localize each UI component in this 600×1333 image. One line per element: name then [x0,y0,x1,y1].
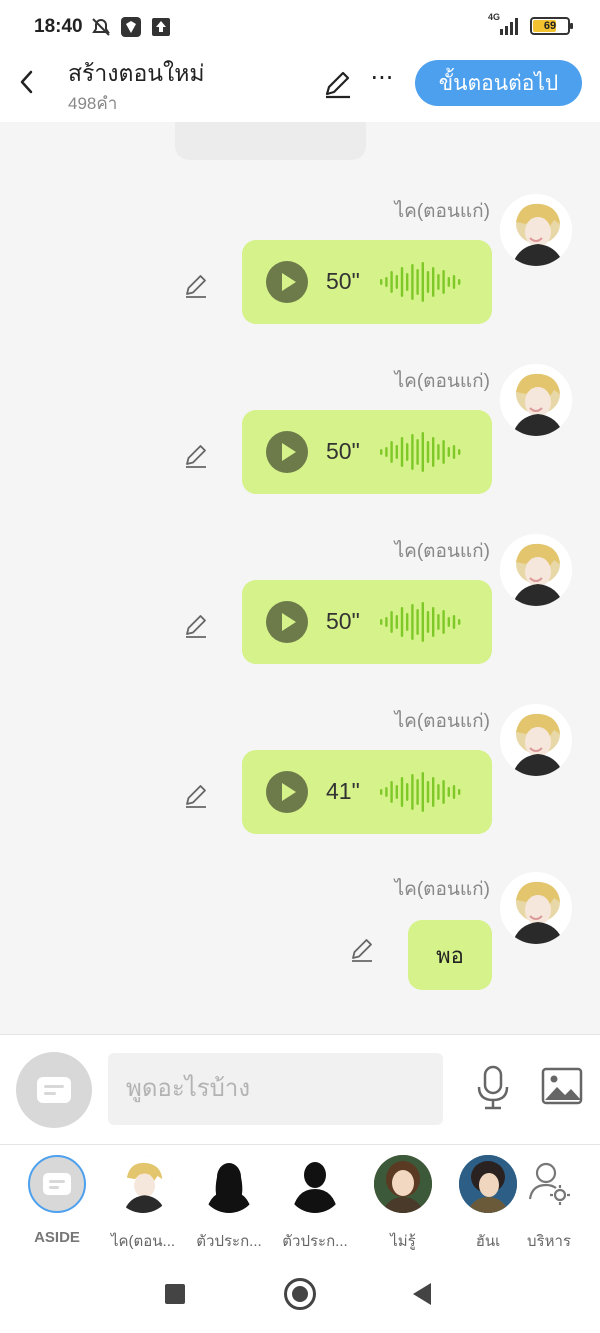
speaker-name: ไค(ตอนแก่) [394,541,490,562]
more-menu-button[interactable]: ··· [368,66,396,96]
character-avatar [114,1155,172,1213]
message-row: ไค(ตอนแก่) 50" [0,122,600,324]
battery-icon: 69 [530,17,573,35]
home-icon[interactable] [284,1278,316,1310]
character-avatar[interactable] [500,194,572,266]
speaker-name: ไค(ตอนแก่) [394,711,490,732]
character-selector: ASIDE ไค(ตอน... ตัวประก... ตัวประก... ไม… [0,1144,600,1254]
aside-toggle-button[interactable] [16,1052,92,1128]
speaker-name: ไค(ตอนแก่) [394,879,490,900]
upload-icon [150,16,172,38]
compose-bar [0,1034,600,1144]
character-item-4[interactable]: ไม่รู้ [363,1155,443,1253]
text-message-bubble[interactable]: พอ [408,920,492,990]
voice-duration: 50" [326,608,360,634]
pencil-icon[interactable] [322,68,354,100]
voice-duration: 50" [326,268,360,294]
back-triangle-icon[interactable] [413,1283,431,1305]
character-label: ASIDE [34,1229,80,1246]
user-settings-icon [520,1155,578,1213]
character-item-aside[interactable]: ASIDE [17,1155,97,1246]
character-avatar [374,1155,432,1213]
voice-duration: 41" [326,778,360,804]
edit-pencil-icon[interactable] [348,936,376,964]
message-row: ไค(ตอนแก่) 50" [0,462,600,664]
battery-percent: 69 [543,20,557,32]
character-avatar[interactable] [500,534,572,606]
character-label: ไม่รู้ [390,1233,416,1250]
status-bar: 18:40 4G 69 [0,0,600,56]
chat-area: ไค(ตอนแก่) 50" ไค(ตอนแก่) 50" ไค(ตอนแก่) 50" ไ… [0,122,600,1034]
character-item-kai[interactable]: ไค(ตอน... [103,1155,183,1253]
character-avatar [200,1155,258,1213]
character-label: ตัวประก... [282,1233,348,1250]
edit-pencil-icon[interactable] [182,782,210,810]
recent-apps-icon[interactable] [165,1284,185,1304]
play-icon[interactable] [266,771,308,813]
app-notification-icon [120,16,142,38]
back-arrow-icon[interactable] [14,66,40,98]
message-row: ไค(ตอนแก่) 41" [0,632,600,834]
voice-message-bubble[interactable]: 41" [242,750,492,834]
character-label: ตัวประก... [196,1233,262,1250]
image-icon[interactable] [541,1067,583,1105]
character-label: ไค(ตอน... [110,1233,176,1250]
message-row: ไค(ตอนแก่) 50" [0,292,600,494]
status-time: 18:40 [34,16,83,37]
microphone-icon[interactable] [474,1065,512,1111]
word-count: 498คำ [68,94,118,113]
status-left-icons [90,16,172,38]
speaker-name: ไค(ตอนแก่) [394,371,490,392]
message-input[interactable] [108,1053,443,1125]
status-right-icons: 4G 69 [488,12,573,36]
page-title: สร้างตอนใหม่ [68,60,205,86]
character-avatar [286,1155,344,1213]
character-item-3[interactable]: ตัวประก... [275,1155,355,1253]
voice-duration: 50" [326,438,360,464]
waveform-icon [378,772,462,812]
character-avatar[interactable] [500,704,572,776]
character-avatar[interactable] [500,872,572,944]
alarm-off-icon [90,16,112,38]
aside-avatar [28,1155,86,1213]
signal-icon: 4G [488,12,522,36]
next-step-button[interactable]: ขั้นตอนต่อไป [415,60,582,106]
speaker-name: ไค(ตอนแก่) [394,201,490,222]
top-bar: สร้างตอนใหม่ 498คำ ··· ขั้นตอนต่อไป [0,56,600,122]
character-label: บริหาร [527,1233,571,1250]
character-avatar[interactable] [500,364,572,436]
message-box-icon [37,1077,71,1103]
manage-characters-button[interactable]: บริหาร [509,1155,589,1253]
system-nav-bar [0,1254,600,1333]
character-item-2[interactable]: ตัวประก... [189,1155,269,1253]
